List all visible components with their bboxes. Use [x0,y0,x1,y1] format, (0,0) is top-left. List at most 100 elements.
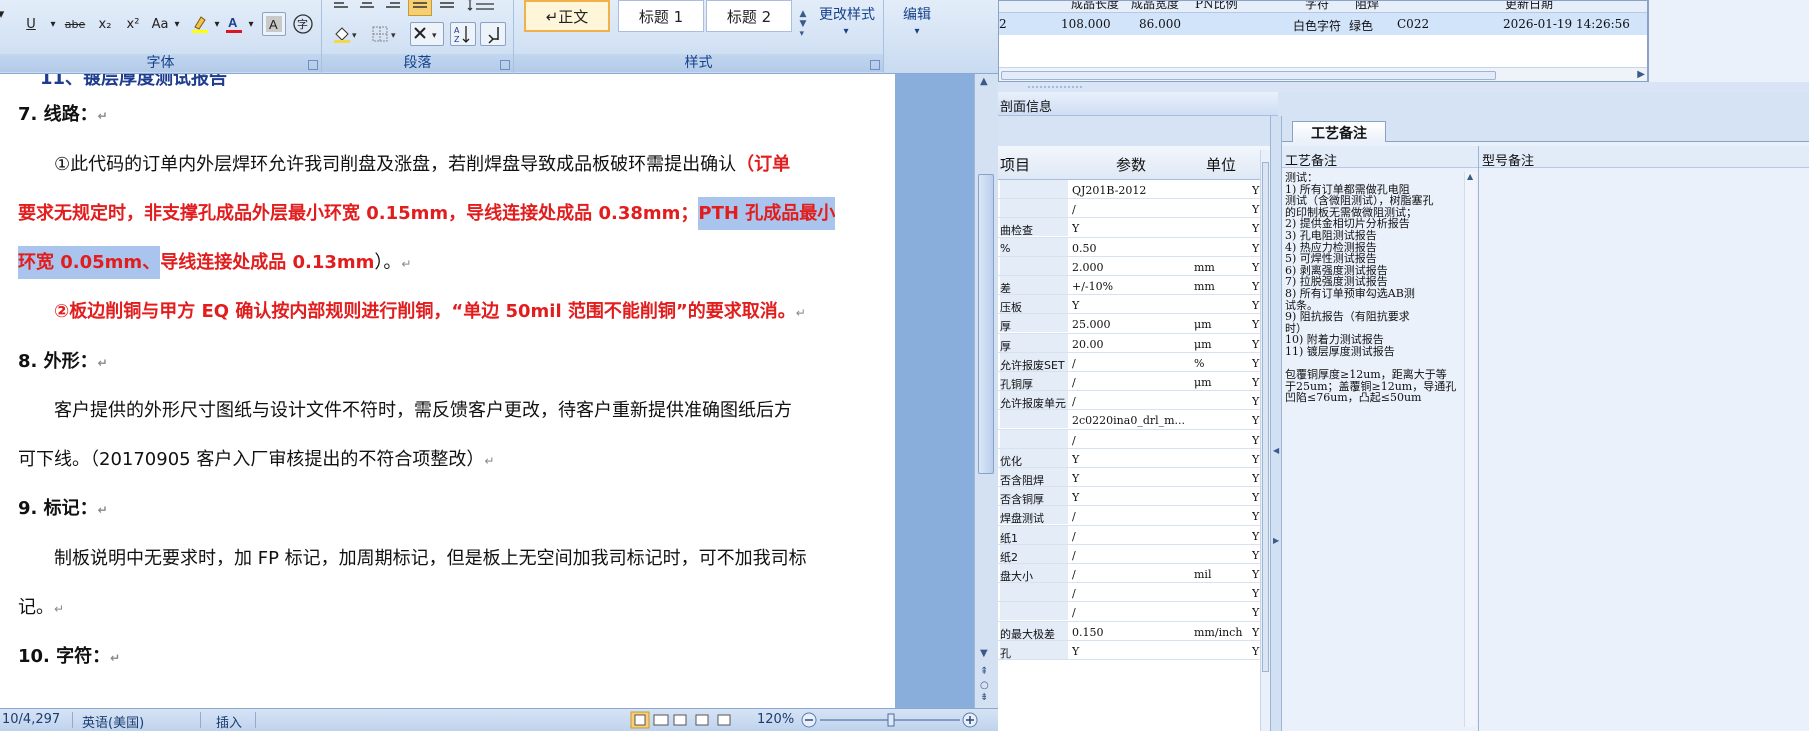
notes-scrollbar[interactable]: ▲ [1464,172,1476,727]
horizontal-splitter[interactable] [998,82,1809,92]
prev-page-icon[interactable]: ⇞ [980,666,988,677]
edit-button[interactable]: 编辑 [892,4,942,24]
next-page-icon[interactable]: ⇟ [980,692,988,703]
style-heading-2[interactable]: 标题 2 [706,0,792,32]
param-scroll-thumb[interactable] [1262,162,1269,672]
subscript-button[interactable]: x₂ [92,12,118,36]
justify-icon[interactable] [408,0,432,16]
col-width[interactable]: 成品宽度 [1131,1,1179,12]
col-length[interactable]: 成品长度 [1071,1,1119,12]
param-row[interactable]: 压板 Y Y [998,295,1270,315]
param-row[interactable]: 厚 20.00 μm Y [998,333,1270,353]
col-item[interactable]: 项目 [1000,154,1030,175]
collapse-right-icon[interactable]: ▶ [1273,536,1279,545]
underline-button[interactable]: U [18,12,44,36]
col-update-date[interactable]: 更新日期 [1505,1,1553,12]
hscroll-thumb[interactable] [1001,71,1496,80]
param-row[interactable]: 曲检查 Y Y [998,218,1270,238]
param-row[interactable]: % 0.50 Y [998,237,1270,257]
param-row[interactable]: 允许报废SET /% Y [998,352,1270,372]
borders-icon[interactable]: ▾ [370,22,402,46]
param-row[interactable]: 纸2/Y [998,544,1270,564]
param-row[interactable]: / Y [998,583,1270,603]
change-styles-button[interactable]: 更改样式 [812,4,882,24]
underline-dropdown-icon[interactable]: ▾ [48,12,58,36]
strikethrough-button[interactable]: abe [60,12,90,36]
param-grid-scrollbar[interactable] [1260,150,1270,731]
change-case-button[interactable]: Aa [148,12,172,36]
zoom-level[interactable]: 120% [757,712,794,727]
param-row[interactable]: 的最大极差 0.150 mm/inch Y [998,621,1270,641]
superscript-button[interactable]: x² [120,12,146,36]
page-indicator[interactable]: 10/4,297 [2,712,60,727]
change-styles-dropdown-icon[interactable]: ▾ [839,24,853,38]
char-shading-icon[interactable]: A [262,12,286,36]
param-row[interactable]: / Y [998,602,1270,622]
param-row[interactable]: 纸1/Y [998,525,1270,545]
scroll-up-icon[interactable]: ▲ [980,76,988,87]
param-row[interactable]: 2.000 mm Y [998,256,1270,276]
col-char[interactable]: 字符 [1305,1,1329,12]
param-row[interactable]: QJ201B-2012 Y [998,180,1270,200]
notes-scroll-up-icon[interactable]: ▲ [1467,172,1473,181]
font-color-dropdown-icon[interactable]: ▾ [246,12,256,36]
vertical-scrollbar[interactable]: ▲ ▼ ⇞ ○ ⇟ [974,74,998,708]
col-pn-ratio[interactable]: PN比例 [1195,1,1238,12]
language-indicator[interactable]: 英语(美国) [82,712,144,731]
style-heading-1[interactable]: 标题 1 [618,0,704,32]
param-row[interactable]: 差 +/-10% mm Y [998,276,1270,296]
scroll-down-icon[interactable]: ▼ [980,648,988,659]
sort-icon[interactable]: AZ [450,22,476,46]
collapse-left-icon[interactable]: ◀ [1273,446,1279,455]
highlight-icon[interactable] [188,12,212,36]
param-val: Y [1072,299,1080,313]
param-row[interactable]: 孔YY [998,640,1270,660]
styles-dialog-launcher-icon[interactable] [870,60,880,70]
col-mask[interactable]: 阻焊 [1355,1,1379,12]
style-normal[interactable]: ↵正文 [524,0,610,32]
align-right-icon[interactable] [382,0,404,16]
styles-scroll-icon[interactable]: ▲ ▼ ▾ [796,0,810,48]
param-row[interactable]: 焊盘测试 / Y [998,506,1270,526]
order-row-selected[interactable]: 2 108.000 86.000 白色字符 绿色 C022 2026-01-19… [999,13,1647,35]
document-page[interactable]: 11、镀层厚度测试报告 7. 线路：↵ ①此代码的订单内外层焊环允许我司削盘及涨… [0,74,895,708]
param-row[interactable]: 厚 25.000 μm Y [998,314,1270,334]
col-unit[interactable]: 单位 [1206,154,1236,175]
shading-icon[interactable]: ▾ [330,22,364,46]
param-row[interactable]: 盘大小 / mil Y [998,564,1270,584]
align-center-icon[interactable] [356,0,378,16]
paragraph-dialog-launcher-icon[interactable] [500,60,510,70]
distribute-icon[interactable] [436,0,458,16]
edit-dropdown-icon[interactable]: ▾ [910,24,924,38]
enclose-char-icon[interactable]: 字 [290,12,316,36]
param-row[interactable]: 否含阻焊 Y Y [998,468,1270,488]
param-row[interactable]: / Y [998,199,1270,219]
chinese-layout-icon[interactable]: ▾ [410,22,444,46]
col-param[interactable]: 参数 [1116,154,1146,175]
param-row[interactable]: 允许报废单元 / Y [998,391,1270,411]
order-grid: 成品长度 成品宽度 PN比例 字符 阻焊 更新日期 2 108.000 86.0… [998,0,1648,82]
align-left-icon[interactable] [330,0,352,16]
case-dropdown-icon[interactable]: ▾ [172,12,182,36]
vertical-splitter[interactable]: ◀ ▶ [1270,116,1282,731]
scroll-thumb[interactable] [978,174,994,474]
tab-process-notes[interactable]: 工艺备注 [1292,121,1386,143]
insert-mode-indicator[interactable]: 插入 [216,712,242,731]
param-row[interactable]: / Y [998,429,1270,449]
scroll-right-icon[interactable]: ▶ [1637,69,1645,80]
param-row[interactable]: 孔铜厚 / μm Y [998,372,1270,392]
font-color-icon[interactable]: A [222,12,246,36]
highlight-dropdown-icon[interactable]: ▾ [212,12,222,36]
zoom-slider[interactable] [800,711,980,731]
model-notes-panel[interactable] [1479,168,1809,731]
param-row[interactable]: 优化 Y Y [998,448,1270,468]
bold-icon[interactable]: ▾ [0,2,8,26]
line-spacing-icon[interactable] [462,0,502,16]
show-marks-icon[interactable] [480,22,506,46]
order-grid-hscrollbar[interactable]: ▶ [999,67,1647,81]
browse-object-icon[interactable]: ○ [980,680,989,691]
process-notes-text[interactable]: 测试： 1) 所有订单都需做孔电阻 测试（含微阻测试），树脂塞孔 的印制板无需做微阻测… [1285,172,1461,404]
param-row[interactable]: 2c0220ina0_drl_m... Y [998,410,1270,430]
param-row[interactable]: 否含铜厚 Y Y [998,487,1270,507]
font-dialog-launcher-icon[interactable] [308,60,318,70]
